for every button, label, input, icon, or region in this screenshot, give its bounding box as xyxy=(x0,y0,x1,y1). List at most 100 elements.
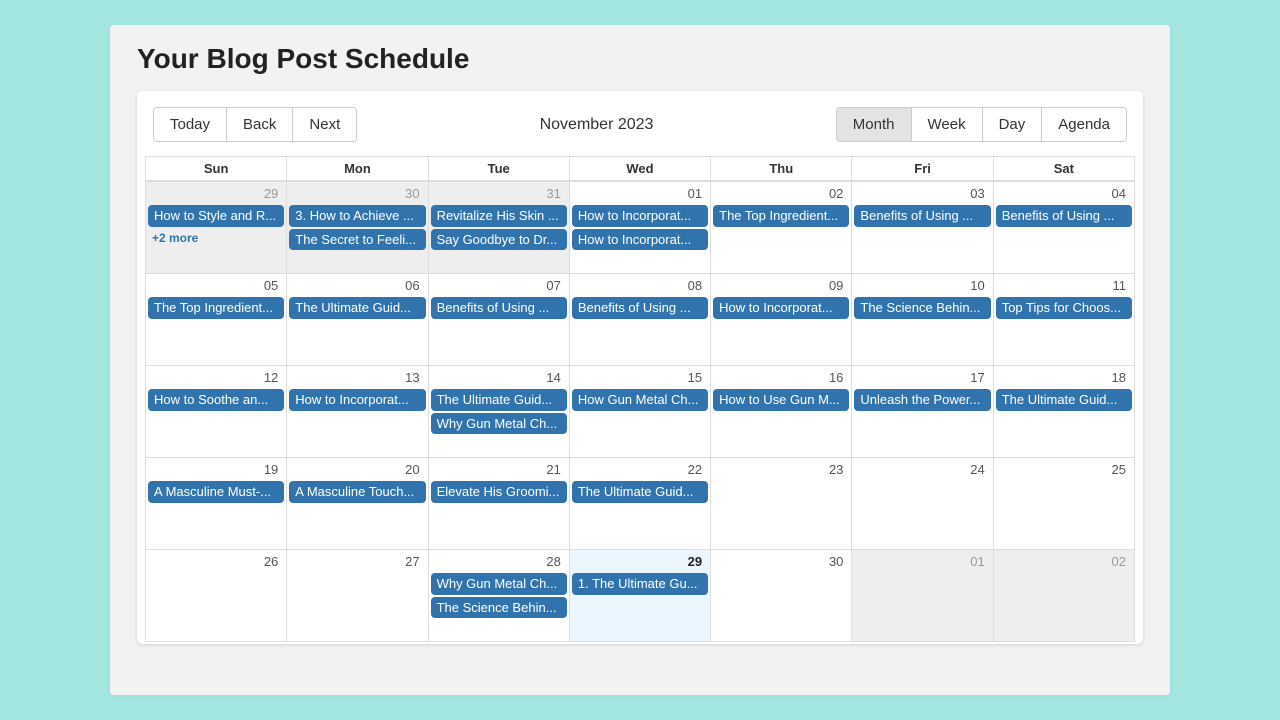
day-number: 21 xyxy=(431,459,567,479)
day-number: 19 xyxy=(148,459,284,479)
calendar-event[interactable]: A Masculine Must-... xyxy=(148,481,284,503)
day-cell[interactable]: 31Revitalize His Skin ...Say Goodbye to … xyxy=(429,182,570,274)
day-cell[interactable]: 08Benefits of Using ... xyxy=(570,274,711,366)
calendar-event[interactable]: How to Incorporat... xyxy=(289,389,425,411)
calendar-event[interactable]: Benefits of Using ... xyxy=(996,205,1132,227)
calendar-event[interactable]: 3. How to Achieve ... xyxy=(289,205,425,227)
calendar-body: 29How to Style and R...+2 more303. How t… xyxy=(145,181,1135,642)
page-title: Your Blog Post Schedule xyxy=(137,43,1143,75)
view-day-button[interactable]: Day xyxy=(983,108,1043,141)
calendar-event[interactable]: Revitalize His Skin ... xyxy=(431,205,567,227)
day-cell[interactable]: 11Top Tips for Choos... xyxy=(994,274,1135,366)
day-cell[interactable]: 28Why Gun Metal Ch...The Science Behin..… xyxy=(429,550,570,642)
calendar-event[interactable]: How to Incorporat... xyxy=(572,205,708,227)
view-agenda-button[interactable]: Agenda xyxy=(1042,108,1126,141)
day-cell[interactable]: 19A Masculine Must-... xyxy=(146,458,287,550)
calendar-event[interactable]: Benefits of Using ... xyxy=(854,205,990,227)
day-number: 25 xyxy=(996,459,1132,479)
calendar-event[interactable]: How to Soothe an... xyxy=(148,389,284,411)
calendar-event[interactable]: 1. The Ultimate Gu... xyxy=(572,573,708,595)
day-cell[interactable]: 05The Top Ingredient... xyxy=(146,274,287,366)
day-number: 23 xyxy=(713,459,849,479)
day-cell[interactable]: 303. How to Achieve ...The Secret to Fee… xyxy=(287,182,428,274)
day-number: 14 xyxy=(431,367,567,387)
day-number: 30 xyxy=(289,183,425,203)
calendar-event[interactable]: How to Incorporat... xyxy=(713,297,849,319)
day-number: 28 xyxy=(431,551,567,571)
day-cell[interactable]: 15How Gun Metal Ch... xyxy=(570,366,711,458)
show-more-link[interactable]: +2 more xyxy=(148,229,284,247)
day-number: 02 xyxy=(996,551,1132,571)
day-cell[interactable]: 02The Top Ingredient... xyxy=(711,182,852,274)
next-button[interactable]: Next xyxy=(293,108,356,141)
day-cell[interactable]: 16How to Use Gun M... xyxy=(711,366,852,458)
calendar-event[interactable]: A Masculine Touch... xyxy=(289,481,425,503)
day-cell[interactable]: 26 xyxy=(146,550,287,642)
day-header: Sat xyxy=(994,157,1135,181)
view-week-button[interactable]: Week xyxy=(912,108,983,141)
calendar-event[interactable]: The Ultimate Guid... xyxy=(289,297,425,319)
calendar-event[interactable]: The Secret to Feeli... xyxy=(289,229,425,251)
calendar-event[interactable]: Benefits of Using ... xyxy=(431,297,567,319)
calendar-event[interactable]: Top Tips for Choos... xyxy=(996,297,1132,319)
calendar-card: Today Back Next November 2023 Month Week… xyxy=(137,91,1143,644)
day-cell[interactable]: 21Elevate His Groomi... xyxy=(429,458,570,550)
app-panel: Your Blog Post Schedule Today Back Next … xyxy=(110,25,1170,695)
calendar-event[interactable]: Why Gun Metal Ch... xyxy=(431,413,567,435)
day-number: 22 xyxy=(572,459,708,479)
calendar-event[interactable]: Why Gun Metal Ch... xyxy=(431,573,567,595)
calendar-event[interactable]: The Top Ingredient... xyxy=(148,297,284,319)
day-header: Tue xyxy=(429,157,570,181)
day-cell[interactable]: 01How to Incorporat...How to Incorporat.… xyxy=(570,182,711,274)
day-header: Fri xyxy=(852,157,993,181)
day-cell[interactable]: 291. The Ultimate Gu... xyxy=(570,550,711,642)
day-number: 29 xyxy=(572,551,708,571)
day-cell[interactable]: 29How to Style and R...+2 more xyxy=(146,182,287,274)
calendar-event[interactable]: The Science Behin... xyxy=(431,597,567,619)
view-month-button[interactable]: Month xyxy=(837,108,912,141)
calendar-event[interactable]: Unleash the Power... xyxy=(854,389,990,411)
day-cell[interactable]: 14The Ultimate Guid...Why Gun Metal Ch..… xyxy=(429,366,570,458)
calendar-event[interactable]: How Gun Metal Ch... xyxy=(572,389,708,411)
calendar-event[interactable]: How to Style and R... xyxy=(148,205,284,227)
day-cell[interactable]: 20A Masculine Touch... xyxy=(287,458,428,550)
day-cell[interactable]: 04Benefits of Using ... xyxy=(994,182,1135,274)
calendar-event[interactable]: The Top Ingredient... xyxy=(713,205,849,227)
day-cell[interactable]: 10The Science Behin... xyxy=(852,274,993,366)
day-cell[interactable]: 17Unleash the Power... xyxy=(852,366,993,458)
day-cell[interactable]: 01 xyxy=(852,550,993,642)
day-number: 24 xyxy=(854,459,990,479)
calendar-event[interactable]: The Ultimate Guid... xyxy=(996,389,1132,411)
day-cell[interactable]: 24 xyxy=(852,458,993,550)
calendar-event[interactable]: The Science Behin... xyxy=(854,297,990,319)
calendar-event[interactable]: How to Use Gun M... xyxy=(713,389,849,411)
today-button[interactable]: Today xyxy=(154,108,227,141)
calendar-event[interactable]: Say Goodbye to Dr... xyxy=(431,229,567,251)
day-cell[interactable]: 06The Ultimate Guid... xyxy=(287,274,428,366)
day-header: Thu xyxy=(711,157,852,181)
day-number: 13 xyxy=(289,367,425,387)
calendar-event[interactable]: The Ultimate Guid... xyxy=(572,481,708,503)
day-cell[interactable]: 25 xyxy=(994,458,1135,550)
back-button[interactable]: Back xyxy=(227,108,293,141)
day-cell[interactable]: 30 xyxy=(711,550,852,642)
day-number: 07 xyxy=(431,275,567,295)
calendar-event[interactable]: How to Incorporat... xyxy=(572,229,708,251)
day-cell[interactable]: 07Benefits of Using ... xyxy=(429,274,570,366)
day-cell[interactable]: 22The Ultimate Guid... xyxy=(570,458,711,550)
day-cell[interactable]: 02 xyxy=(994,550,1135,642)
calendar-event[interactable]: Benefits of Using ... xyxy=(572,297,708,319)
day-number: 02 xyxy=(713,183,849,203)
day-cell[interactable]: 18The Ultimate Guid... xyxy=(994,366,1135,458)
calendar-event[interactable]: Elevate His Groomi... xyxy=(431,481,567,503)
day-cell[interactable]: 23 xyxy=(711,458,852,550)
view-button-group: Month Week Day Agenda xyxy=(836,107,1127,142)
day-cell[interactable]: 27 xyxy=(287,550,428,642)
day-cell[interactable]: 13How to Incorporat... xyxy=(287,366,428,458)
day-cell[interactable]: 12How to Soothe an... xyxy=(146,366,287,458)
day-cell[interactable]: 09How to Incorporat... xyxy=(711,274,852,366)
calendar-event[interactable]: The Ultimate Guid... xyxy=(431,389,567,411)
day-cell[interactable]: 03Benefits of Using ... xyxy=(852,182,993,274)
day-number: 05 xyxy=(148,275,284,295)
day-header: Sun xyxy=(146,157,287,181)
